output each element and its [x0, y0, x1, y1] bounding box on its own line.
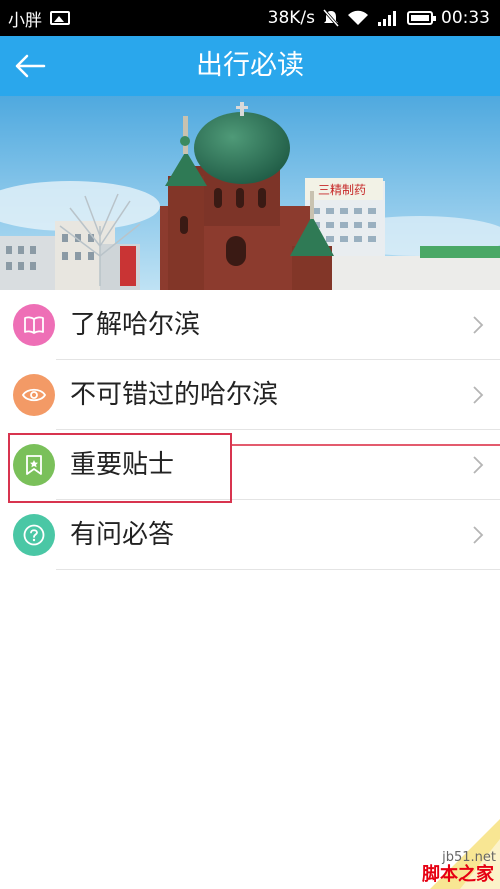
menu-item-label: 了解哈尔滨 [70, 310, 201, 340]
mute-icon [323, 9, 339, 27]
image-notification-icon [50, 11, 70, 25]
watermark-brand: 脚本之家 [422, 864, 494, 885]
annotation-line [232, 444, 500, 446]
battery-icon [407, 11, 436, 25]
building-sign: 三精制药 [318, 183, 366, 197]
chevron-right-icon [473, 386, 484, 404]
signal-icon [378, 11, 396, 26]
page-title: 出行必读 [196, 50, 304, 81]
network-speed: 38K/s [267, 8, 315, 28]
menu-item-label: 有问必答 [70, 520, 175, 550]
question-icon [13, 514, 55, 556]
chevron-right-icon [473, 316, 484, 334]
eye-icon [13, 374, 55, 416]
banner-image: 三精制药 [0, 96, 500, 290]
clock: 00:33 [441, 8, 490, 28]
wifi-icon [348, 10, 368, 25]
menu-item-must-see-harbin[interactable]: 不可错过的哈尔滨 [0, 360, 500, 430]
chevron-right-icon [473, 526, 484, 544]
menu-item-label: 不可错过的哈尔滨 [70, 380, 279, 410]
title-bar: 出行必读 [0, 36, 500, 96]
guide-menu-list: 了解哈尔滨 不可错过的哈尔滨 重要贴士 有问必答 [0, 290, 500, 570]
menu-item-qa[interactable]: 有问必答 [0, 500, 500, 570]
watermark: jb51.net 脚本之家 [390, 809, 500, 889]
highlight-annotation [8, 433, 232, 503]
divider [56, 569, 500, 570]
carrier-label: 小胖 [8, 10, 42, 31]
chevron-right-icon [473, 456, 484, 474]
menu-item-understand-harbin[interactable]: 了解哈尔滨 [0, 290, 500, 360]
book-icon [13, 304, 55, 346]
status-bar: 小胖 38K/s 00:33 [0, 0, 500, 36]
